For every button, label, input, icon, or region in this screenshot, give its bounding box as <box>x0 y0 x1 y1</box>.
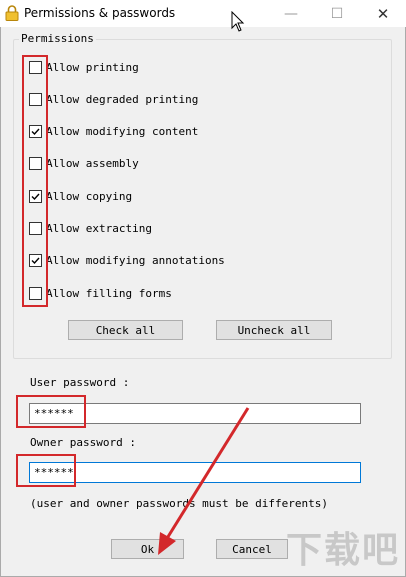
minimize-button[interactable]: — <box>268 0 314 27</box>
checkbox-highlight <box>22 55 48 307</box>
ok-button[interactable]: Ok <box>111 539 184 559</box>
permission-label: Allow copying <box>46 189 133 203</box>
permission-label: Allow filling forms <box>46 286 172 300</box>
user-password-highlight <box>16 395 86 428</box>
password-note: (user and owner passwords must be differ… <box>30 497 329 510</box>
uncheck-all-button[interactable]: Uncheck all <box>216 320 332 340</box>
permission-label: Allow printing <box>46 60 139 74</box>
check-all-button[interactable]: Check all <box>68 320 183 340</box>
cancel-button[interactable]: Cancel <box>216 539 288 559</box>
window-title: Permissions & passwords <box>24 6 176 20</box>
permission-label: Allow modifying content <box>46 124 199 138</box>
owner-password-field[interactable]: ****** <box>29 462 361 483</box>
permission-label: Allow extracting <box>46 221 152 235</box>
maximize-button[interactable]: ☐ <box>314 0 360 27</box>
permission-checkbox-row[interactable]: Allow modifying annotations <box>29 252 225 268</box>
mouse-cursor-icon <box>231 11 245 32</box>
permission-checkbox-row[interactable]: Allow degraded printing <box>29 91 198 107</box>
permissions-group-title: Permissions <box>19 32 96 45</box>
close-button[interactable]: ✕ <box>360 0 406 27</box>
permission-checkbox-row[interactable]: Allow filling forms <box>29 285 172 301</box>
watermark-logo: 下载吧 <box>285 530 400 571</box>
lock-icon <box>5 5 19 21</box>
permission-label: Allow degraded printing <box>46 92 199 106</box>
title-bar: Permissions & passwords — ☐ ✕ <box>0 0 406 27</box>
permission-label: Allow modifying annotations <box>46 253 225 267</box>
permission-checkbox-row[interactable]: Allow modifying content <box>29 123 198 139</box>
owner-password-label: Owner password : <box>30 436 136 449</box>
user-password-label: User password : <box>30 376 130 389</box>
permission-label: Allow assembly <box>46 156 139 170</box>
owner-password-highlight <box>16 454 76 487</box>
